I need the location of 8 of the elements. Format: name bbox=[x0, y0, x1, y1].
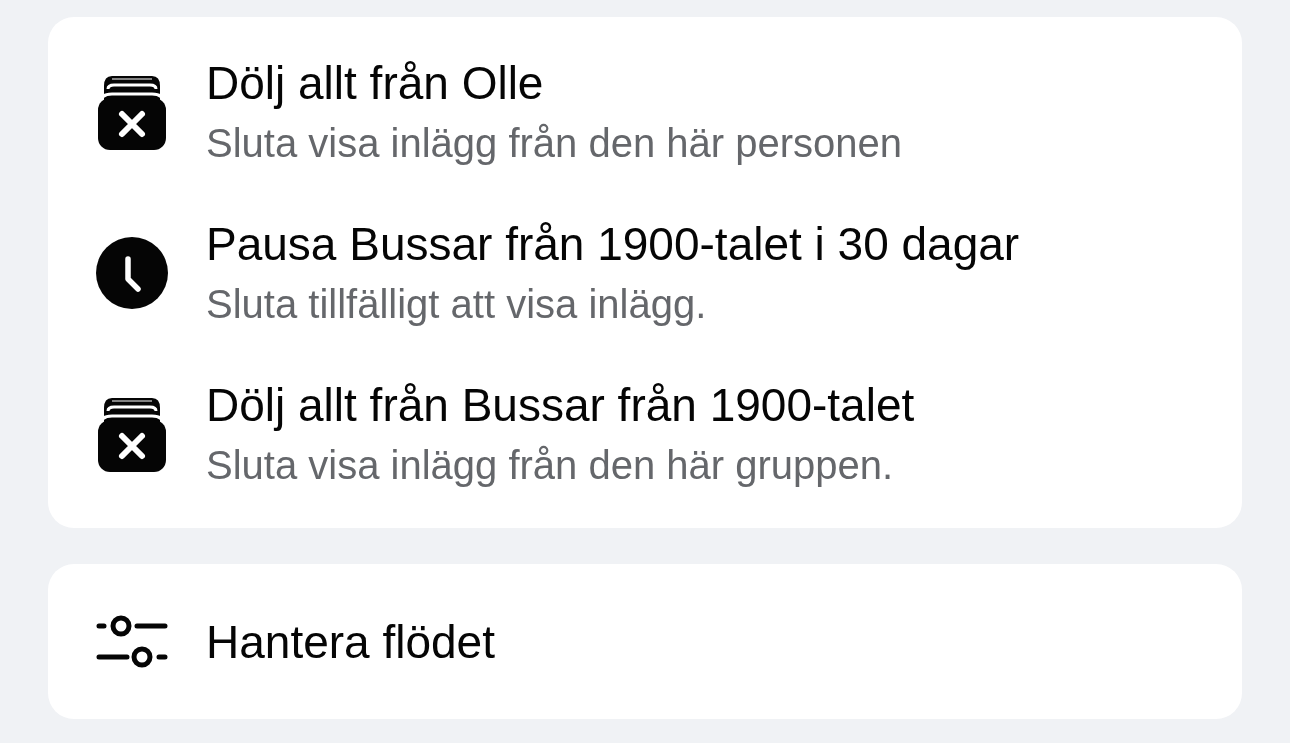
clock-icon bbox=[96, 236, 168, 309]
tray-x-icon bbox=[98, 395, 166, 472]
menu-item[interactable]: Pausa Bussar från 1900-talet i 30 dagar Sluta tillfälligt att visa inlägg. bbox=[48, 192, 1242, 353]
menu-item[interactable]: Hantera flödet bbox=[48, 578, 1242, 705]
tray-x-icon bbox=[98, 73, 166, 150]
menu-item[interactable]: Dölj allt från Bussar från 1900-talet Sluta visa inlägg från den här gruppen. bbox=[48, 353, 1242, 514]
sliders-icon bbox=[96, 613, 168, 670]
menu-item[interactable]: Dölj allt från Olle Sluta visa inlägg från den här personen bbox=[48, 31, 1242, 192]
